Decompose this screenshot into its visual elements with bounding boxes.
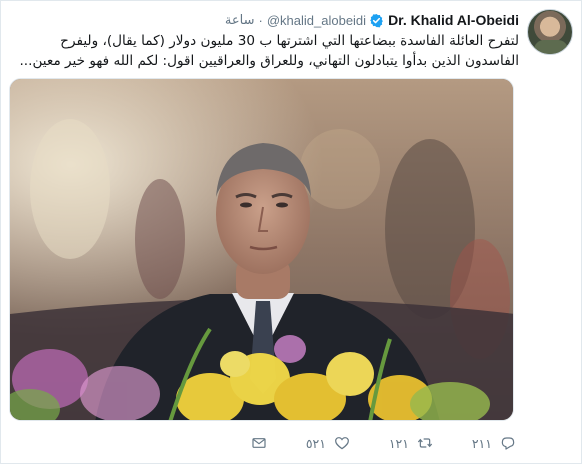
timestamp[interactable]: ساعة [225,12,255,28]
like-button[interactable]: ٥٢١ [306,435,350,451]
avatar-figure [534,40,568,54]
reply-icon [501,437,515,450]
tweet-header: Dr. Khalid Al-Obeidi @khalid_alobeidi · … [225,11,519,29]
reply-button[interactable]: ٢١١ [472,435,516,451]
photo-illustration [10,79,513,420]
like-count: ٥٢١ [305,435,326,451]
retweet-count: ١٢١ [388,435,409,451]
tweet-card[interactable]: Dr. Khalid Al-Obeidi @khalid_alobeidi · … [0,0,582,464]
heart-icon [335,437,349,450]
retweet-button[interactable]: ١٢١ [389,435,433,451]
tweet-actions: ٥٢١ ١٢١ ٢١١ [251,432,516,454]
handle[interactable]: @khalid_alobeidi [267,13,366,28]
separator-dot: · [258,12,263,28]
verified-badge-icon [370,13,383,27]
display-name[interactable]: Dr. Khalid Al-Obeidi [388,12,519,28]
tweet-text: لتفرح العائلة الفاسدة ببضاعتها التي اشتر… [19,33,519,69]
dm-button[interactable] [251,435,267,451]
reply-count: ٢١١ [471,435,492,451]
envelope-icon [252,438,266,448]
tweet-photo[interactable] [9,78,514,421]
avatar[interactable] [527,9,573,55]
retweet-icon [417,438,433,448]
